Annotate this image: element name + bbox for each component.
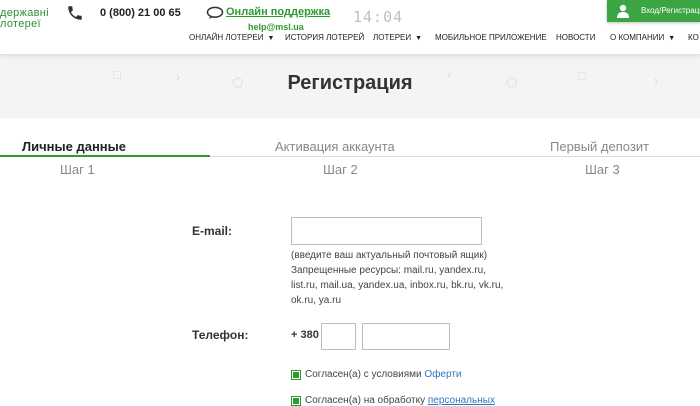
checkmark-icon xyxy=(293,372,299,378)
user-icon xyxy=(617,4,629,18)
login-register-button[interactable]: Вход/Регистрация xyxy=(607,0,700,22)
step-1-number: Шаг 1 xyxy=(60,162,95,177)
logo-line2: лотереї xyxy=(0,18,41,30)
support-email[interactable]: help@msl.ua xyxy=(248,22,304,32)
step-1-underline xyxy=(0,155,210,157)
offer-agreement-checkbox[interactable] xyxy=(291,370,301,380)
phone-number-input[interactable] xyxy=(362,323,450,350)
nav-online-lotteries[interactable]: ОНЛАЙН ЛОТЕРЕИ ▼ xyxy=(189,33,274,42)
hotline-number[interactable]: 0 (800) 21 00 65 xyxy=(100,7,181,19)
nav-about[interactable]: О КОМПАНИИ ▼ xyxy=(610,33,675,42)
step-3-number: Шаг 3 xyxy=(585,162,620,177)
page-title: Регистрация xyxy=(287,72,413,94)
step-3-title: Первый депозит xyxy=(550,139,650,154)
site-header: державні лотереї 0 (800) 21 00 65 Онлайн… xyxy=(0,0,700,55)
forbidden-domains-note: Запрещенные ресурсы: mail.ru, yandex.ru,… xyxy=(291,265,504,306)
personal-data-text: Согласен(а) на обработку персональных xyxy=(305,395,495,406)
caret-down-icon: ▼ xyxy=(668,35,676,42)
login-register-label: Вход/Регистрация xyxy=(641,6,700,15)
email-label: E-mail: xyxy=(192,224,233,238)
email-hint: (введите ваш актуальный почтовый ящик) xyxy=(291,250,488,261)
personal-data-checkbox[interactable] xyxy=(291,396,301,406)
step-2-number: Шаг 2 xyxy=(323,162,358,177)
nav-lotteries[interactable]: ЛОТЕРЕИ ▼ xyxy=(373,33,422,42)
step-2-title: Активация аккаунта xyxy=(275,139,395,154)
online-support-link[interactable]: Онлайн поддержка xyxy=(226,6,330,18)
main-nav: ОНЛАЙН ЛОТЕРЕИ ▼ ИСТОРИЯ ЛОТЕРЕЙ ЛОТЕРЕИ ▼… xyxy=(0,33,700,47)
chat-bubble-icon xyxy=(206,6,224,19)
logo[interactable]: державні лотереї xyxy=(0,8,49,30)
clock: 14:04 xyxy=(353,8,404,26)
email-input[interactable] xyxy=(291,217,482,245)
phone-label: Телефон: xyxy=(192,328,249,342)
nav-contacts[interactable]: КО xyxy=(688,33,699,42)
steps-divider xyxy=(210,156,700,157)
checkmark-icon xyxy=(293,398,299,404)
nav-mobile-app[interactable]: МОБИЛЬНОЕ ПРИЛОЖЕНИЕ xyxy=(435,33,547,42)
nav-news[interactable]: НОВОСТИ xyxy=(556,33,595,42)
caret-down-icon: ▼ xyxy=(267,35,275,42)
step-1-title: Личные данные xyxy=(22,139,126,154)
phone-icon xyxy=(68,6,82,20)
nav-lottery-history[interactable]: ИСТОРИЯ ЛОТЕРЕЙ xyxy=(285,33,364,42)
offer-link[interactable]: Оферти xyxy=(424,369,461,380)
offer-agreement-text: Согласен(а) с условиями Оферти xyxy=(305,369,462,380)
phone-country-prefix: + 380 xyxy=(291,329,319,341)
caret-down-icon: ▼ xyxy=(415,35,423,42)
phone-code-input[interactable] xyxy=(321,323,356,350)
personal-data-link[interactable]: персональных xyxy=(428,395,495,406)
